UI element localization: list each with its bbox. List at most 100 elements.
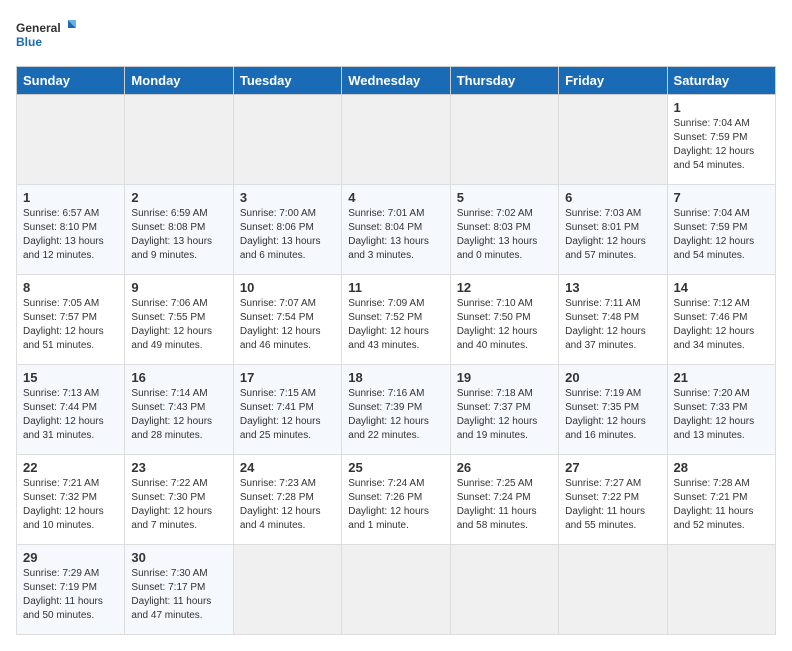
day-number: 27 bbox=[565, 460, 660, 475]
calendar-day-cell: 25 Sunrise: 7:24 AM Sunset: 7:26 PM Dayli… bbox=[342, 455, 450, 545]
calendar-day-cell: 9Sunrise: 7:06 AM Sunset: 7:55 PM Daylig… bbox=[125, 275, 233, 365]
weekday-row: SundayMondayTuesdayWednesdayThursdayFrid… bbox=[17, 67, 776, 95]
day-number: 6 bbox=[565, 190, 660, 205]
svg-text:Blue: Blue bbox=[16, 35, 42, 49]
day-number: 15 bbox=[23, 370, 118, 385]
calendar-week-row: 29 Sunrise: 7:29 AM Sunset: 7:19 PM Dayli… bbox=[17, 545, 776, 635]
day-number: 8 bbox=[23, 280, 118, 295]
day-info: Sunrise: 7:28 AM Sunset: 7:21 PM Dayligh… bbox=[674, 477, 769, 533]
day-number: 26 bbox=[457, 460, 552, 475]
logo-svg: General Blue bbox=[16, 16, 76, 56]
calendar-day-cell: 17 Sunrise: 7:15 AM Sunset: 7:41 PM Dayli… bbox=[233, 365, 341, 455]
calendar-day-cell: 4 Sunrise: 7:01 AM Sunset: 8:04 PM Daylig… bbox=[342, 185, 450, 275]
day-number: 7 bbox=[674, 190, 769, 205]
day-info: Sunrise: 7:23 AM Sunset: 7:28 PM Dayligh… bbox=[240, 477, 335, 533]
page-header: General Blue bbox=[16, 16, 776, 56]
day-info: Sunrise: 7:12 AM Sunset: 7:46 PM Dayligh… bbox=[674, 297, 769, 353]
day-info: Sunrise: 7:01 AM Sunset: 8:04 PM Dayligh… bbox=[348, 207, 443, 263]
calendar-day-cell: 22 Sunrise: 7:21 AM Sunset: 7:32 PM Dayli… bbox=[17, 455, 125, 545]
day-number: 19 bbox=[457, 370, 552, 385]
calendar-week-row: 22 Sunrise: 7:21 AM Sunset: 7:32 PM Dayli… bbox=[17, 455, 776, 545]
calendar-day-cell bbox=[342, 95, 450, 185]
day-number: 22 bbox=[23, 460, 118, 475]
day-info: Sunrise: 7:24 AM Sunset: 7:26 PM Dayligh… bbox=[348, 477, 443, 533]
calendar-table: SundayMondayTuesdayWednesdayThursdayFrid… bbox=[16, 66, 776, 635]
calendar-day-cell: 10 Sunrise: 7:07 AM Sunset: 7:54 PM Dayli… bbox=[233, 275, 341, 365]
weekday-header: Friday bbox=[559, 67, 667, 95]
day-number: 2 bbox=[131, 190, 226, 205]
calendar-day-cell: 1Sunrise: 6:57 AM Sunset: 8:10 PM Daylig… bbox=[17, 185, 125, 275]
day-number: 11 bbox=[348, 280, 443, 295]
day-number: 29 bbox=[23, 550, 118, 565]
day-number: 3 bbox=[240, 190, 335, 205]
day-number: 4 bbox=[348, 190, 443, 205]
day-info: Sunrise: 7:13 AM Sunset: 7:44 PM Dayligh… bbox=[23, 387, 118, 443]
day-info: Sunrise: 7:30 AM Sunset: 7:17 PM Dayligh… bbox=[131, 567, 226, 623]
calendar-week-row: 1 Sunrise: 7:04 AM Sunset: 7:59 PM Daylig… bbox=[17, 95, 776, 185]
weekday-header: Sunday bbox=[17, 67, 125, 95]
day-number: 9 bbox=[131, 280, 226, 295]
calendar-day-cell: 1 Sunrise: 7:04 AM Sunset: 7:59 PM Daylig… bbox=[667, 95, 775, 185]
calendar-day-cell: 29 Sunrise: 7:29 AM Sunset: 7:19 PM Dayli… bbox=[17, 545, 125, 635]
day-number: 18 bbox=[348, 370, 443, 385]
day-number: 12 bbox=[457, 280, 552, 295]
calendar-day-cell: 20Sunrise: 7:19 AM Sunset: 7:35 PM Dayli… bbox=[559, 365, 667, 455]
calendar-day-cell bbox=[17, 95, 125, 185]
day-number: 25 bbox=[348, 460, 443, 475]
day-info: Sunrise: 7:29 AM Sunset: 7:19 PM Dayligh… bbox=[23, 567, 118, 623]
calendar-body: 1 Sunrise: 7:04 AM Sunset: 7:59 PM Daylig… bbox=[17, 95, 776, 635]
calendar-day-cell bbox=[342, 545, 450, 635]
calendar-day-cell: 18 Sunrise: 7:16 AM Sunset: 7:39 PM Dayli… bbox=[342, 365, 450, 455]
day-number: 23 bbox=[131, 460, 226, 475]
calendar-header: SundayMondayTuesdayWednesdayThursdayFrid… bbox=[17, 67, 776, 95]
calendar-day-cell: 15 Sunrise: 7:13 AM Sunset: 7:44 PM Dayli… bbox=[17, 365, 125, 455]
calendar-day-cell: 30 Sunrise: 7:30 AM Sunset: 7:17 PM Dayli… bbox=[125, 545, 233, 635]
calendar-day-cell: 28 Sunrise: 7:28 AM Sunset: 7:21 PM Dayli… bbox=[667, 455, 775, 545]
calendar-day-cell: 26Sunrise: 7:25 AM Sunset: 7:24 PM Dayli… bbox=[450, 455, 558, 545]
svg-text:General: General bbox=[16, 21, 61, 35]
calendar-day-cell bbox=[233, 95, 341, 185]
day-info: Sunrise: 7:03 AM Sunset: 8:01 PM Dayligh… bbox=[565, 207, 660, 263]
day-info: Sunrise: 7:04 AM Sunset: 7:59 PM Dayligh… bbox=[674, 117, 769, 173]
day-info: Sunrise: 6:59 AM Sunset: 8:08 PM Dayligh… bbox=[131, 207, 226, 263]
day-number: 1 bbox=[674, 100, 769, 115]
calendar-day-cell: 16Sunrise: 7:14 AM Sunset: 7:43 PM Dayli… bbox=[125, 365, 233, 455]
calendar-day-cell bbox=[450, 95, 558, 185]
calendar-week-row: 8Sunrise: 7:05 AM Sunset: 7:57 PM Daylig… bbox=[17, 275, 776, 365]
calendar-week-row: 15 Sunrise: 7:13 AM Sunset: 7:44 PM Dayli… bbox=[17, 365, 776, 455]
day-info: Sunrise: 7:18 AM Sunset: 7:37 PM Dayligh… bbox=[457, 387, 552, 443]
weekday-header: Wednesday bbox=[342, 67, 450, 95]
calendar-day-cell: 12Sunrise: 7:10 AM Sunset: 7:50 PM Dayli… bbox=[450, 275, 558, 365]
day-info: Sunrise: 7:22 AM Sunset: 7:30 PM Dayligh… bbox=[131, 477, 226, 533]
day-info: Sunrise: 7:09 AM Sunset: 7:52 PM Dayligh… bbox=[348, 297, 443, 353]
day-number: 5 bbox=[457, 190, 552, 205]
weekday-header: Thursday bbox=[450, 67, 558, 95]
calendar-day-cell: 2 Sunrise: 6:59 AM Sunset: 8:08 PM Daylig… bbox=[125, 185, 233, 275]
day-number: 10 bbox=[240, 280, 335, 295]
day-info: Sunrise: 7:07 AM Sunset: 7:54 PM Dayligh… bbox=[240, 297, 335, 353]
day-info: Sunrise: 6:57 AM Sunset: 8:10 PM Dayligh… bbox=[23, 207, 118, 263]
weekday-header: Tuesday bbox=[233, 67, 341, 95]
day-info: Sunrise: 7:21 AM Sunset: 7:32 PM Dayligh… bbox=[23, 477, 118, 533]
day-info: Sunrise: 7:27 AM Sunset: 7:22 PM Dayligh… bbox=[565, 477, 660, 533]
calendar-day-cell bbox=[233, 545, 341, 635]
calendar-day-cell: 5Sunrise: 7:02 AM Sunset: 8:03 PM Daylig… bbox=[450, 185, 558, 275]
day-info: Sunrise: 7:16 AM Sunset: 7:39 PM Dayligh… bbox=[348, 387, 443, 443]
day-number: 21 bbox=[674, 370, 769, 385]
day-info: Sunrise: 7:20 AM Sunset: 7:33 PM Dayligh… bbox=[674, 387, 769, 443]
calendar-day-cell: 3Sunrise: 7:00 AM Sunset: 8:06 PM Daylig… bbox=[233, 185, 341, 275]
day-info: Sunrise: 7:15 AM Sunset: 7:41 PM Dayligh… bbox=[240, 387, 335, 443]
weekday-header: Monday bbox=[125, 67, 233, 95]
calendar-day-cell: 8Sunrise: 7:05 AM Sunset: 7:57 PM Daylig… bbox=[17, 275, 125, 365]
logo: General Blue bbox=[16, 16, 76, 56]
day-number: 30 bbox=[131, 550, 226, 565]
calendar-day-cell bbox=[559, 545, 667, 635]
day-number: 13 bbox=[565, 280, 660, 295]
calendar-day-cell bbox=[125, 95, 233, 185]
day-number: 16 bbox=[131, 370, 226, 385]
calendar-day-cell: 27 Sunrise: 7:27 AM Sunset: 7:22 PM Dayli… bbox=[559, 455, 667, 545]
day-number: 17 bbox=[240, 370, 335, 385]
calendar-day-cell: 11 Sunrise: 7:09 AM Sunset: 7:52 PM Dayli… bbox=[342, 275, 450, 365]
day-number: 28 bbox=[674, 460, 769, 475]
calendar-day-cell bbox=[667, 545, 775, 635]
